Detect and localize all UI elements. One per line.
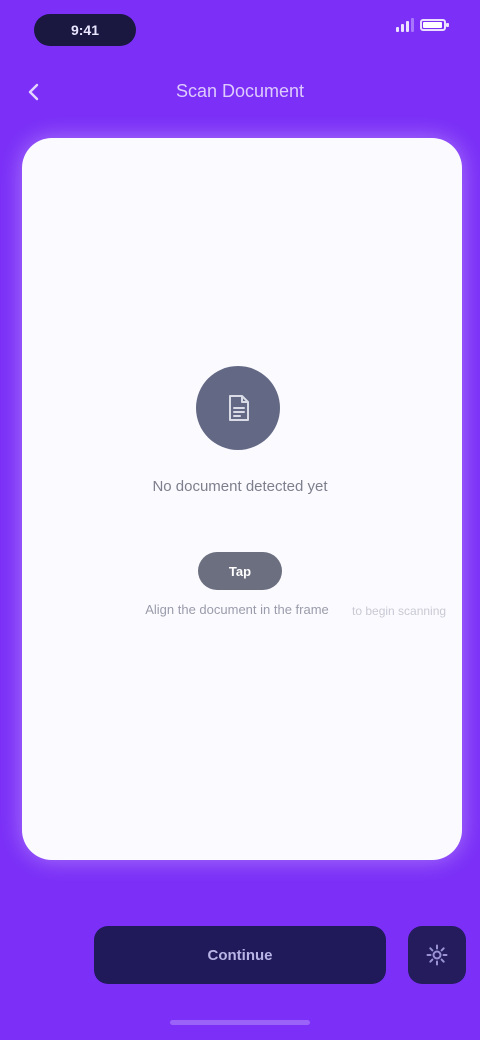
settings-button[interactable] bbox=[408, 926, 466, 984]
empty-state-message: No document detected yet bbox=[152, 478, 328, 495]
battery-icon bbox=[420, 19, 449, 31]
back-button[interactable] bbox=[18, 76, 50, 108]
bottom-left-slot bbox=[22, 928, 78, 984]
bottom-action-bar: Continue bbox=[0, 908, 480, 1000]
content-card bbox=[22, 138, 462, 860]
signal-icon bbox=[396, 18, 414, 32]
status-indicators bbox=[396, 18, 449, 32]
status-bar: 9:41 bbox=[0, 0, 480, 64]
page-title: Scan Document bbox=[175, 81, 305, 101]
document-icon-circle bbox=[196, 366, 280, 450]
status-time: 9:41 bbox=[34, 14, 136, 46]
chevron-left-icon bbox=[28, 83, 39, 101]
document-icon bbox=[229, 395, 249, 421]
instruction-text-faint: to begin scanning bbox=[352, 604, 447, 618]
tap-chip[interactable]: Tap bbox=[198, 552, 282, 590]
home-indicator[interactable] bbox=[170, 1020, 310, 1025]
continue-button[interactable]: Continue bbox=[94, 926, 386, 984]
instruction-text: Align the document in the frame bbox=[145, 602, 329, 617]
settings-icon bbox=[426, 944, 448, 966]
top-header: Scan Document bbox=[0, 64, 480, 120]
